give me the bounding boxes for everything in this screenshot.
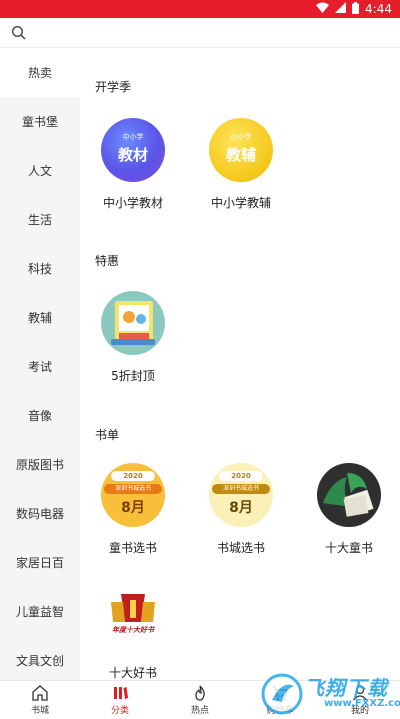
category-item-tutoring[interactable]: 小小学 教辅 中小学教辅 (191, 118, 291, 211)
sidebar-item-original-books[interactable]: 原版图书 (0, 440, 80, 489)
item-label: 书城选书 (216, 541, 265, 555)
sidebar-item-tutoring[interactable]: 教辅 (0, 293, 80, 342)
logo-caption: 年度十大好书 (112, 626, 154, 634)
wifi-icon (316, 2, 330, 16)
category-sidebar: 热卖 童书堡 人文 生活 科技 教辅 考试 音像 原版图书 数码电器 家居日百 … (0, 48, 80, 680)
watermark-url: www.FXXZ.com (324, 698, 400, 709)
sidebar-item-label: 原版图书 (15, 458, 64, 472)
sidebar-item-kids-puzzle[interactable]: 儿童益智 (0, 587, 80, 636)
sidebar-item-label: 考试 (27, 360, 52, 374)
badge-year: 2020 (111, 471, 155, 481)
status-icons: 4:44 (316, 1, 392, 17)
section-title: 书单 (95, 428, 120, 442)
sidebar-item-exam[interactable]: 考试 (0, 342, 80, 391)
booklist-badge-image: 2020 深圳书城选书 8月 (101, 463, 165, 527)
badge-month: 8月 (229, 500, 253, 516)
item-label: 十大童书 (324, 541, 373, 555)
sidebar-item-label: 音像 (27, 409, 52, 423)
sidebar-item-stationery[interactable]: 文具文创 (0, 636, 80, 680)
signal-icon (335, 2, 347, 16)
tab-hot[interactable]: 热点 (160, 681, 240, 719)
search-icon[interactable] (11, 25, 27, 41)
category-item-textbooks[interactable]: 中小学 教材 中小学教材 (83, 118, 183, 211)
sidebar-item-digital[interactable]: 数码电器 (0, 489, 80, 538)
category-item-children-picks[interactable]: 2020 深圳书城选书 8月 童书选书 (83, 463, 183, 556)
image-caption-small: 小小学 (230, 133, 252, 141)
tab-label: 热点 (190, 706, 209, 716)
image-caption-small: 中小学 (122, 133, 144, 141)
badge-month: 8月 (121, 500, 145, 516)
flame-icon (195, 685, 205, 701)
book-photo-image (317, 463, 381, 527)
sidebar-item-label: 家居日百 (15, 556, 64, 570)
badge-line: 深圳书城选书 (104, 484, 162, 494)
sidebar-item-label: 文具文创 (15, 654, 64, 668)
status-time: 4:44 (365, 2, 392, 16)
sidebar-item-label: 生活 (27, 213, 52, 227)
item-label: 5折封顶 (111, 369, 155, 383)
item-label: 童书选书 (108, 541, 157, 555)
category-item-top-children[interactable]: 十大童书 (299, 463, 399, 556)
badge-year: 2020 (219, 471, 263, 481)
sidebar-item-humanities[interactable]: 人文 (0, 146, 80, 195)
image-caption-big: 教材 (117, 146, 148, 164)
book-cover-image (101, 291, 165, 355)
category-item-half-price[interactable]: 5折封顶 (83, 291, 183, 384)
item-label: 中小学教辅 (210, 196, 271, 210)
category-item-top-books[interactable]: 年度十大好书 十大好书 (83, 588, 183, 680)
sidebar-item-audio-video[interactable]: 音像 (0, 391, 80, 440)
top-books-logo-image: 年度十大好书 (101, 588, 165, 652)
item-label: 十大好书 (108, 666, 157, 680)
category-icon (114, 687, 128, 699)
sidebar-item-label: 儿童益智 (15, 605, 64, 619)
sidebar-item-children-books[interactable]: 童书堡 (0, 97, 80, 146)
sidebar-item-hot[interactable]: 热卖 (0, 48, 80, 97)
tab-category[interactable]: 分类 (80, 681, 160, 719)
status-bar: 4:44 (0, 0, 400, 18)
tab-bookstore[interactable]: 书城 (0, 681, 80, 719)
site-watermark: 飞翔下载 www.FXXZ.com (258, 668, 400, 719)
sidebar-item-label: 数码电器 (15, 507, 64, 521)
section-title: 开学季 (95, 80, 132, 94)
sidebar-item-label: 人文 (27, 164, 52, 178)
watermark-logo-icon (261, 673, 303, 715)
section-title: 特惠 (95, 254, 120, 268)
textbook-image: 中小学 教材 (101, 118, 165, 182)
badge-line: 深圳书城选书 (212, 484, 270, 494)
home-icon (32, 685, 48, 701)
watermark-text: 飞翔下载 (304, 676, 388, 700)
sidebar-item-life[interactable]: 生活 (0, 195, 80, 244)
search-bar[interactable] (0, 18, 400, 48)
booklist-badge-image: 2020 深圳书城选书 8月 (209, 463, 273, 527)
sidebar-item-label: 童书堡 (21, 115, 58, 129)
sidebar-item-tech[interactable]: 科技 (0, 244, 80, 293)
sidebar-item-home[interactable]: 家居日百 (0, 538, 80, 587)
sidebar-item-label: 热卖 (27, 66, 52, 80)
sidebar-item-label: 科技 (27, 262, 52, 276)
tutoring-image: 小小学 教辅 (209, 118, 273, 182)
category-item-bookstore-picks[interactable]: 2020 深圳书城选书 8月 书城选书 (191, 463, 291, 556)
category-content: 开学季 中小学 教材 中小学教材 小小学 教辅 中小学教辅 特惠 5折封顶 书单… (80, 48, 400, 680)
tab-label: 分类 (110, 706, 129, 716)
tab-label: 书城 (30, 706, 49, 716)
image-caption-big: 教辅 (225, 146, 256, 164)
battery-icon (352, 1, 360, 17)
sidebar-item-label: 教辅 (27, 311, 52, 325)
item-label: 中小学教材 (102, 196, 163, 210)
